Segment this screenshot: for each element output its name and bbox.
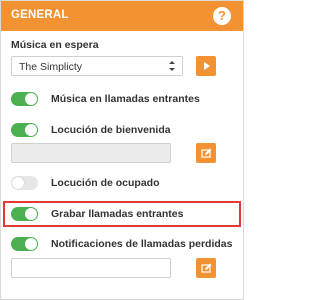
missed-call-notifications-label: Notificaciones de llamadas perdidas (51, 238, 233, 250)
busy-message-label: Locución de ocupado (51, 177, 160, 189)
play-icon (204, 62, 210, 70)
toggle-knob (25, 208, 37, 220)
hold-music-label: Música en espera (11, 39, 99, 51)
play-button[interactable] (196, 56, 216, 76)
select-arrows-icon (169, 61, 175, 71)
toggle-knob (25, 124, 37, 136)
general-settings-panel: GENERAL ? Música en espera The Simplicty… (0, 0, 244, 300)
toggle-knob (25, 93, 37, 105)
panel-header: GENERAL ? (1, 1, 243, 31)
toggle-welcome-message[interactable] (11, 123, 38, 137)
record-calls-label: Grabar llamadas entrantes (51, 208, 184, 220)
toggle-busy-message[interactable] (11, 176, 38, 190)
hold-music-select[interactable]: The Simplicty (11, 56, 183, 76)
missed-call-edit-button[interactable] (196, 258, 216, 278)
edit-icon (201, 148, 212, 158)
toggle-missed-call-notifications[interactable] (11, 237, 38, 251)
question-icon[interactable]: ? (213, 7, 231, 25)
missed-call-notifications-input[interactable] (11, 258, 171, 278)
welcome-message-input[interactable] (11, 143, 171, 163)
welcome-message-edit-button[interactable] (196, 143, 216, 163)
hold-music-selected-value: The Simplicty (19, 61, 83, 73)
edit-icon (201, 263, 212, 273)
panel-title: GENERAL (11, 9, 69, 21)
toggle-knob (25, 238, 37, 250)
welcome-message-label: Locución de bienvenida (51, 124, 171, 136)
incoming-music-label: Música en llamadas entrantes (51, 93, 200, 105)
toggle-record-calls[interactable] (11, 207, 38, 221)
toggle-incoming-music[interactable] (11, 92, 38, 106)
toggle-knob (12, 177, 24, 189)
